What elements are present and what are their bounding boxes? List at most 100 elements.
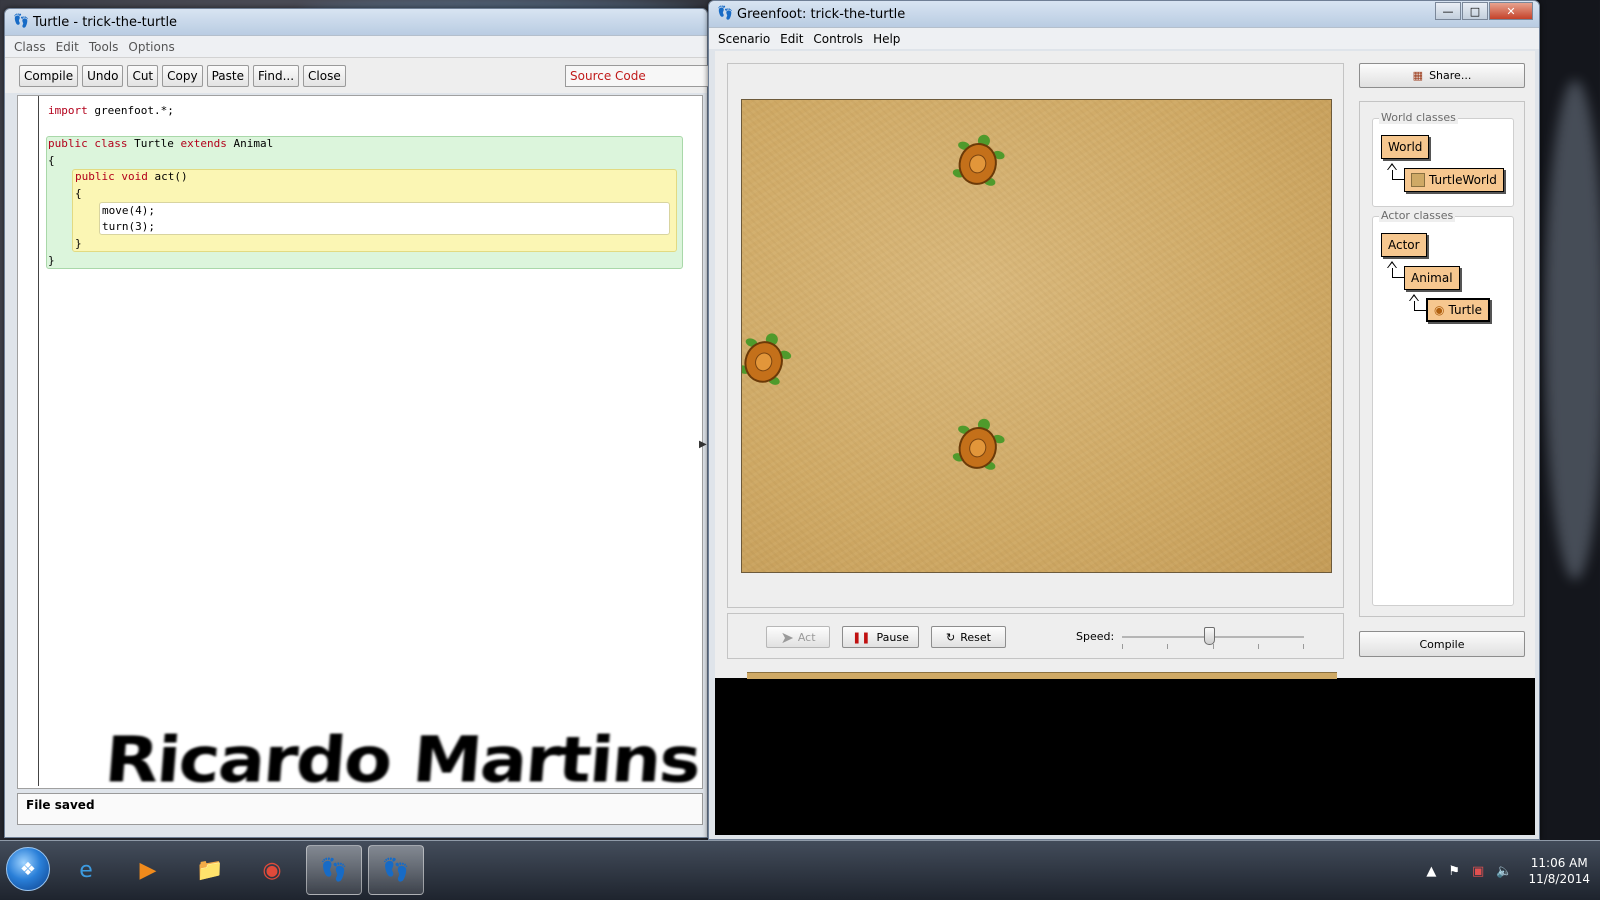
class-turtleworld[interactable]: TurtleWorld xyxy=(1404,168,1504,192)
turtle-actor[interactable] xyxy=(950,134,1006,192)
turtle-class-icon: ◉ xyxy=(1434,303,1445,317)
compile-all-button[interactable]: Compile xyxy=(1359,631,1525,657)
speed-label: Speed: xyxy=(1076,630,1115,643)
class-turtle[interactable]: ◉ Turtle xyxy=(1426,298,1490,322)
menu-edit[interactable]: Edit xyxy=(775,32,808,46)
code-line: turn(3); xyxy=(102,220,155,233)
action-center-flag-icon[interactable]: ⚑ xyxy=(1448,864,1460,879)
network-icon[interactable]: ▣ xyxy=(1472,864,1484,879)
code-editor[interactable]: import greenfoot.*; public class Turtle … xyxy=(17,95,703,789)
clock[interactable]: 11:06 AM 11/8/2014 xyxy=(1528,855,1590,887)
world-edge-strip xyxy=(747,672,1337,679)
code-line: public void act() xyxy=(75,170,188,183)
inheritance-arrow-icon xyxy=(1387,261,1397,268)
menu-edit[interactable]: Edit xyxy=(51,40,84,54)
editor-title: Turtle - trick-the-turtle xyxy=(33,14,178,30)
clock-time: 11:06 AM xyxy=(1530,856,1588,870)
class-browser: World classes World TurtleWorld Actor cl… xyxy=(1359,101,1525,617)
unrendered-area xyxy=(715,678,1535,835)
speed-ticks xyxy=(1122,644,1304,650)
act-label: Act xyxy=(797,630,816,644)
view-selector[interactable]: Source Code xyxy=(565,65,709,87)
editor-menubar: Class Edit Tools Options xyxy=(5,35,707,57)
media-player-icon[interactable]: ▶ xyxy=(120,845,176,895)
greenfoot-title: Greenfoot: trick-the-turtle xyxy=(737,6,906,22)
code-line: move(4); xyxy=(102,204,155,217)
copy-button[interactable]: Copy xyxy=(162,64,203,87)
turtle-actor[interactable] xyxy=(741,332,792,390)
cut-button[interactable]: Cut xyxy=(127,64,159,87)
share-icon: ▦ xyxy=(1412,69,1424,82)
inheritance-line xyxy=(1414,301,1426,311)
world-classes-group: World classes World TurtleWorld xyxy=(1372,111,1514,207)
wallpaper-texture xyxy=(1545,80,1600,580)
turtleworld-thumbnail-icon xyxy=(1411,173,1425,187)
act-icon: ➤ xyxy=(780,627,794,647)
volume-icon[interactable]: 🔈 xyxy=(1496,864,1512,879)
speed-slider-thumb[interactable] xyxy=(1204,627,1216,645)
inheritance-line xyxy=(1392,268,1404,278)
class-actor[interactable]: Actor xyxy=(1381,233,1427,257)
world-classes-label: World classes xyxy=(1379,111,1458,124)
greenfoot-foot-icon: 👣 xyxy=(13,14,30,29)
greenfoot-taskbar-icon[interactable]: 👣 xyxy=(306,845,362,895)
act-button[interactable]: ➤ Act xyxy=(766,626,830,648)
menu-controls[interactable]: Controls xyxy=(808,32,868,46)
compile-button[interactable]: Compile xyxy=(19,64,79,87)
execution-controls: ➤ Act ❚❚ Pause ↻ Reset Speed: xyxy=(727,613,1344,659)
code-line: } xyxy=(48,254,55,267)
editor-titlebar[interactable]: 👣 Turtle - trick-the-turtle xyxy=(5,9,707,35)
file-explorer-icon[interactable]: 📁 xyxy=(182,845,238,895)
code-line: { xyxy=(48,154,55,167)
status-bar: File saved xyxy=(17,793,703,825)
menu-class[interactable]: Class xyxy=(9,40,51,54)
show-hidden-icons-icon[interactable]: ▲ xyxy=(1426,864,1436,879)
undo-button[interactable]: Undo xyxy=(82,64,124,87)
greenfoot-titlebar[interactable]: 👣 Greenfoot: trick-the-turtle — □ ✕ xyxy=(709,1,1539,27)
collapse-arrow-icon[interactable]: ▶ xyxy=(699,439,707,450)
paste-button[interactable]: Paste xyxy=(206,64,249,87)
greenfoot-window: 👣 Greenfoot: trick-the-turtle — □ ✕ Scen… xyxy=(708,0,1540,840)
close-icon[interactable]: ✕ xyxy=(1489,2,1533,20)
editor-gutter xyxy=(38,96,39,786)
reset-button[interactable]: ↻ Reset xyxy=(931,626,1006,648)
close-button[interactable]: Close xyxy=(303,64,346,87)
menu-options[interactable]: Options xyxy=(123,40,179,54)
method-body-highlight xyxy=(99,202,670,235)
inheritance-arrow-icon xyxy=(1387,163,1397,170)
code-line: { xyxy=(75,187,82,200)
world-canvas[interactable] xyxy=(741,99,1332,573)
maximize-icon[interactable]: □ xyxy=(1462,2,1488,20)
reset-icon: ↻ xyxy=(946,630,956,644)
editor-toolbar: Compile Undo Cut Copy Paste Find... Clos… xyxy=(5,57,709,93)
greenfoot-foot-icon: 👣 xyxy=(717,6,734,21)
code-line: public class Turtle extends Animal xyxy=(48,137,274,150)
editor-window: 👣 Turtle - trick-the-turtle Class Edit T… xyxy=(4,8,709,838)
actor-classes-label: Actor classes xyxy=(1379,209,1456,222)
class-animal[interactable]: Animal xyxy=(1404,266,1460,290)
system-tray: ▲ ⚑ ▣ 🔈 11:06 AM 11/8/2014 xyxy=(1420,841,1590,900)
pause-label: Pause xyxy=(876,630,909,644)
taskbar: ❖ e ▶ 📁 ◉ 👣 👣 ▲ ⚑ ▣ 🔈 11:06 AM 11/8/2014 xyxy=(0,840,1600,900)
greenfoot-menubar: Scenario Edit Controls Help xyxy=(709,27,1539,49)
find-button[interactable]: Find... xyxy=(252,64,300,87)
share-button[interactable]: ▦ Share... xyxy=(1359,63,1525,88)
inheritance-line xyxy=(1392,170,1404,180)
menu-tools[interactable]: Tools xyxy=(84,40,124,54)
menu-scenario[interactable]: Scenario xyxy=(713,32,775,46)
actor-classes-group: Actor classes Actor Animal ◉ Turtle xyxy=(1372,209,1514,606)
code-line: import greenfoot.*; xyxy=(48,104,174,117)
minimize-icon[interactable]: — xyxy=(1435,2,1461,20)
pause-button[interactable]: ❚❚ Pause xyxy=(842,626,919,648)
class-world[interactable]: World xyxy=(1381,135,1430,159)
greenfoot-taskbar-icon[interactable]: 👣 xyxy=(368,845,424,895)
inheritance-arrow-icon xyxy=(1409,294,1419,301)
greenfoot-body: ➤ Act ❚❚ Pause ↻ Reset Speed: ▦ Share... xyxy=(715,51,1535,678)
pause-icon: ❚❚ xyxy=(852,630,871,644)
internet-explorer-icon[interactable]: e xyxy=(58,845,114,895)
share-label: Share... xyxy=(1429,69,1472,82)
chrome-icon[interactable]: ◉ xyxy=(244,845,300,895)
turtle-actor[interactable] xyxy=(950,418,1006,476)
start-button[interactable]: ❖ xyxy=(6,847,50,891)
menu-help[interactable]: Help xyxy=(868,32,905,46)
